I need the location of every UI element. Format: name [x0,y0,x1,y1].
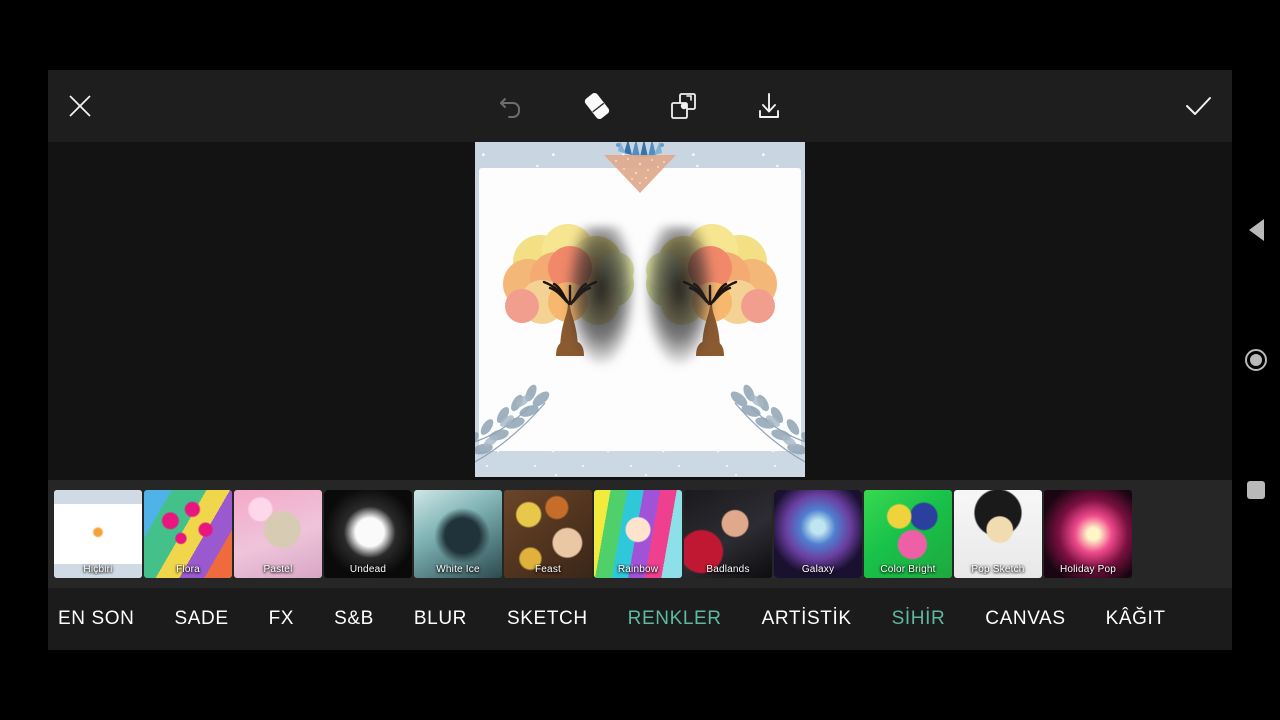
mirrored-trees [475,210,805,366]
close-button[interactable] [52,78,108,134]
toolbar-center-tools [483,78,797,134]
nav-recents-button[interactable] [1243,477,1269,503]
compare-layers-icon [671,93,696,119]
filter-thumb-rainbow[interactable]: Rainbow [594,490,682,578]
tree-shadow-right [644,226,714,366]
filter-thumb-label: Color Bright [880,564,936,575]
filter-thumb-pop-sketch[interactable]: Pop Sketch [954,490,1042,578]
compare-button[interactable] [655,78,711,134]
eraser-button[interactable] [569,78,625,134]
glitter-fan-decoration [604,142,676,193]
undo-icon [500,98,520,118]
editor-app-window: Hiçbiri Flora Pastel Undead White Ice Feast Ra… [48,70,1232,650]
filter-thumb-label: Rainbow [617,564,659,575]
filter-thumbnail-strip[interactable]: Hiçbiri Flora Pastel Undead White Ice Feast Ra… [48,480,1232,588]
tab-en-son[interactable]: EN SON [48,608,154,630]
square-recents-icon [1247,481,1265,499]
filter-thumb-label: Badlands [706,564,750,575]
filter-thumb-color-bright[interactable]: Color Bright [864,490,952,578]
filter-thumb-hi-biri[interactable]: Hiçbiri [54,490,142,578]
eraser-icon [584,92,610,120]
filter-thumb-white-ice[interactable]: White Ice [414,490,502,578]
filter-thumb-undead[interactable]: Undead [324,490,412,578]
filter-thumb-label: Feast [534,564,561,575]
filter-thumb-label: Flora [176,564,200,575]
leaf-sprig-left [475,384,550,463]
android-navigation-bar [1232,0,1280,720]
canvas-image[interactable] [475,142,805,477]
editor-toolbar [48,70,1232,142]
filter-thumb-pastel[interactable]: Pastel [234,490,322,578]
filter-thumb-label: Pop Sketch [971,564,1025,575]
close-icon [69,95,91,117]
filter-thumb-label: Pastel [263,564,293,575]
canvas-workspace[interactable] [48,142,1232,480]
filter-thumb-feast[interactable]: Feast [504,490,592,578]
filter-thumb-label: Hiçbiri [83,564,113,575]
undo-button[interactable] [483,78,539,134]
filter-thumb-galaxy[interactable]: Galaxy [774,490,862,578]
filter-thumb-label: White Ice [436,564,480,575]
tab-s-b[interactable]: S&B [314,608,394,630]
tab-arti-sti-k[interactable]: ARTİSTİK [742,608,872,630]
tab-renkler[interactable]: RENKLER [608,608,742,630]
tab-canvas[interactable]: CANVAS [965,608,1085,630]
tab-k-it[interactable]: KÂĞIT [1086,608,1186,630]
tab-fx[interactable]: FX [249,608,314,630]
tab-sade[interactable]: SADE [154,608,248,630]
filter-thumb-label: Galaxy [801,564,835,575]
nav-home-button[interactable] [1243,347,1269,373]
filter-thumb-label: Undead [349,564,387,575]
nav-back-button[interactable] [1243,217,1269,243]
filter-thumb-label: Holiday Pop [1059,564,1117,575]
leaf-sprig-right [730,384,805,466]
filter-thumb-badlands[interactable]: Badlands [684,490,772,578]
triangle-back-icon [1248,219,1264,241]
tab-si-hi-r[interactable]: SİHİR [872,608,966,630]
tab-blur[interactable]: BLUR [394,608,487,630]
tree-shadow-left [566,226,636,366]
tab-sketch[interactable]: SKETCH [487,608,608,630]
download-button[interactable] [741,78,797,134]
circle-home-icon [1245,349,1267,371]
download-icon [759,93,779,118]
checkmark-icon [1186,97,1211,115]
filter-category-tabs[interactable]: EN SON SADE FX S&B BLUR SKETCH RENKLER ARTİSTİK… [48,588,1232,650]
confirm-button[interactable] [1170,78,1226,134]
filter-thumb-flora[interactable]: Flora [144,490,232,578]
filter-thumb-holiday-pop[interactable]: Holiday Pop [1044,490,1132,578]
